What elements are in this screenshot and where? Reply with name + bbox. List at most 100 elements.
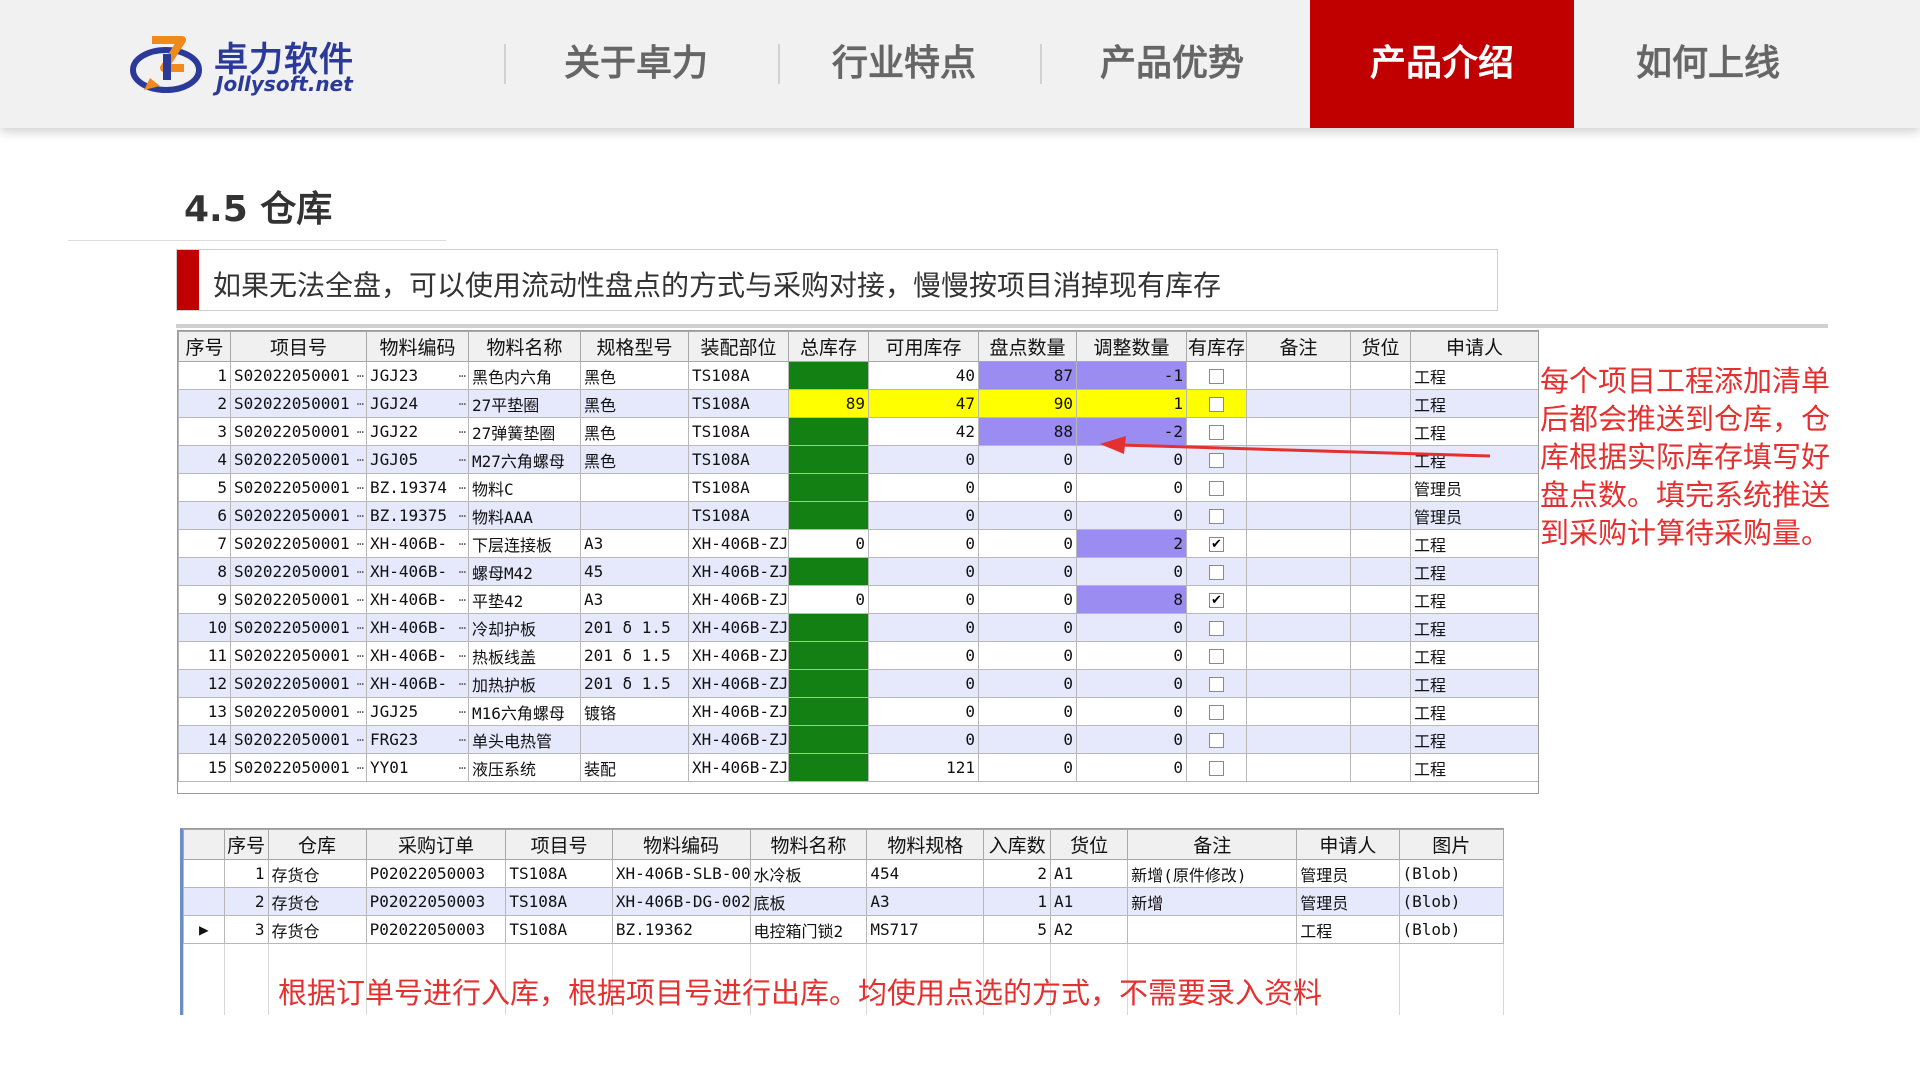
table-cell-part[interactable]: XH-406B-ZJ xyxy=(688,585,789,614)
table-cell-avail[interactable]: 0 xyxy=(868,445,979,474)
table-cell-total[interactable]: 90 xyxy=(788,417,869,446)
table-row[interactable]: 12 S02022050001… XH-406B-… 加热护板 201 δ 1.5 XH-… xyxy=(178,669,1538,698)
table-cell-code[interactable]: JGJ22… xyxy=(366,417,469,446)
table-cell-count[interactable]: 88 xyxy=(978,417,1077,446)
table-cell-remark[interactable] xyxy=(1246,585,1351,614)
table-cell-count[interactable]: 0 xyxy=(978,669,1077,698)
col-header[interactable]: 序号 xyxy=(223,829,269,860)
table-cell-adjust[interactable]: 0 xyxy=(1076,669,1187,698)
table-cell-avail[interactable]: 47 xyxy=(868,389,979,418)
col-header[interactable]: 物料编码 xyxy=(611,829,751,860)
col-header[interactable]: 申请人 xyxy=(1410,331,1538,362)
table-row[interactable]: 7 S02022050001… XH-406B-… 下层连接板 A3 XH-406B-ZJ… xyxy=(178,529,1538,558)
has-stock-checkbox[interactable] xyxy=(1209,565,1224,580)
table-cell-has_stock[interactable] xyxy=(1186,473,1247,502)
table-cell-name[interactable]: M16六角螺母 xyxy=(468,697,581,726)
has-stock-checkbox[interactable] xyxy=(1209,733,1224,748)
table-cell-remark[interactable] xyxy=(1246,361,1351,390)
table-cell-has_stock[interactable] xyxy=(1186,613,1247,642)
table-cell-project[interactable]: TS108A xyxy=(505,859,613,888)
table-cell-loc[interactable] xyxy=(1350,641,1411,670)
table-cell-avail[interactable]: 40 xyxy=(868,361,979,390)
table-cell-count[interactable]: 87 xyxy=(978,361,1077,390)
table-cell-no[interactable]: 12 xyxy=(178,669,231,698)
col-header[interactable]: 调整数量 xyxy=(1076,331,1187,362)
col-header[interactable]: 入库数 xyxy=(983,829,1052,860)
table-cell-avail[interactable]: 0 xyxy=(868,529,979,558)
col-header[interactable]: 有库存 xyxy=(1186,331,1247,362)
table-cell-project[interactable]: S02022050001… xyxy=(230,585,367,614)
table-cell-avail[interactable]: 0 xyxy=(868,669,979,698)
table-cell-remark[interactable] xyxy=(1127,915,1298,944)
table-cell-total[interactable]: 0 xyxy=(788,585,869,614)
table-cell-project[interactable]: S02022050001… xyxy=(230,753,367,782)
table-cell-count[interactable]: 0 xyxy=(978,613,1077,642)
table-cell-part[interactable]: XH-406B-ZJ xyxy=(688,641,789,670)
table-cell-code[interactable]: XH-406B-… xyxy=(366,613,469,642)
table-cell-qty[interactable]: 5 xyxy=(983,915,1052,944)
row-indicator[interactable] xyxy=(183,887,225,916)
table-cell-loc[interactable] xyxy=(1350,389,1411,418)
table-cell-count[interactable]: 0 xyxy=(978,445,1077,474)
table-cell-name[interactable]: 27弹簧垫圈 xyxy=(468,417,581,446)
table-cell-remark[interactable] xyxy=(1246,389,1351,418)
table-cell-no[interactable]: 11 xyxy=(178,641,231,670)
has-stock-checkbox[interactable]: ✔ xyxy=(1209,593,1224,608)
table-cell-avail[interactable]: 0 xyxy=(868,557,979,586)
table-cell-part[interactable]: TS108A xyxy=(688,473,789,502)
table-cell-name[interactable]: M27六角螺母 xyxy=(468,445,581,474)
table-cell-remark[interactable] xyxy=(1246,669,1351,698)
table-cell-avail[interactable]: 0 xyxy=(868,641,979,670)
table-cell-avail[interactable]: 0 xyxy=(868,697,979,726)
table-cell-spec[interactable]: A3 xyxy=(866,887,985,916)
table-cell-has_stock[interactable] xyxy=(1186,697,1247,726)
table-cell-total[interactable]: 0 xyxy=(788,529,869,558)
table-cell-project[interactable]: S02022050001… xyxy=(230,501,367,530)
table-cell-applicant[interactable]: 工程 xyxy=(1410,613,1538,642)
table-cell-code[interactable]: BZ.19362 xyxy=(611,915,751,944)
table-cell-no[interactable]: 5 xyxy=(178,473,231,502)
table-row[interactable]: 1 存货仓 P02022050003 TS108A XH-406B-SLB-00 水冷板 4… xyxy=(183,859,1504,888)
table-cell-applicant[interactable]: 工程 xyxy=(1410,669,1538,698)
table-cell-name[interactable]: 热板线盖 xyxy=(468,641,581,670)
table-cell-spec[interactable] xyxy=(580,501,689,530)
col-header[interactable]: 序号 xyxy=(178,331,231,362)
table-cell-part[interactable]: TS108A xyxy=(688,389,789,418)
table-cell-no[interactable]: 6 xyxy=(178,501,231,530)
table-cell-name[interactable]: 液压系统 xyxy=(468,753,581,782)
table-cell-remark[interactable] xyxy=(1246,697,1351,726)
table-cell-remark[interactable] xyxy=(1246,529,1351,558)
table-cell-adjust[interactable]: 8 xyxy=(1076,585,1187,614)
table-cell-part[interactable]: XH-406B-ZJ xyxy=(688,753,789,782)
col-header[interactable]: 货位 xyxy=(1350,331,1411,362)
col-header[interactable]: 物料名称 xyxy=(749,829,868,860)
table-cell-no[interactable]: 2 xyxy=(223,887,269,916)
table-cell-no[interactable]: 14 xyxy=(178,725,231,754)
table-cell-part[interactable]: TS108A xyxy=(688,501,789,530)
table-cell-total[interactable]: 14 xyxy=(788,473,869,502)
table-cell-adjust[interactable]: -1 xyxy=(1076,361,1187,390)
col-header[interactable]: 装配部位 xyxy=(688,331,789,362)
table-cell-spec[interactable]: MS717 xyxy=(866,915,985,944)
table-cell-no[interactable]: 1 xyxy=(178,361,231,390)
table-cell-name[interactable]: 黑色内六角 xyxy=(468,361,581,390)
table-cell-po[interactable]: P02022050003 xyxy=(365,915,507,944)
table-cell-project[interactable]: S02022050001… xyxy=(230,529,367,558)
table-cell-po[interactable]: P02022050003 xyxy=(365,859,507,888)
table-row[interactable]: 14 S02022050001… FRG23… 单头电热管 XH-406B-ZJ 12 0 0… xyxy=(178,725,1538,754)
table-cell-project[interactable]: S02022050001… xyxy=(230,669,367,698)
table-cell-applicant[interactable]: 管理员 xyxy=(1410,501,1538,530)
has-stock-checkbox[interactable] xyxy=(1209,397,1224,412)
table-cell-loc[interactable] xyxy=(1350,529,1411,558)
has-stock-checkbox[interactable] xyxy=(1209,509,1224,524)
table-cell-part[interactable]: TS108A xyxy=(688,445,789,474)
table-cell-no[interactable]: 2 xyxy=(178,389,231,418)
table-cell-count[interactable]: 0 xyxy=(978,753,1077,782)
table-cell-adjust[interactable]: 0 xyxy=(1076,613,1187,642)
table-row[interactable]: 15 S02022050001… YY01… 液压系统 装配 XH-406B-ZJ 127 1… xyxy=(178,753,1538,782)
table-cell-applicant[interactable]: 工程 xyxy=(1296,915,1400,944)
table-cell-spec[interactable]: A3 xyxy=(580,585,689,614)
table-row[interactable]: 11 S02022050001… XH-406B-… 热板线盖 201 δ 1.5 XH-… xyxy=(178,641,1538,670)
table-cell-avail[interactable]: 0 xyxy=(868,501,979,530)
table-cell-total[interactable]: 2 xyxy=(788,669,869,698)
